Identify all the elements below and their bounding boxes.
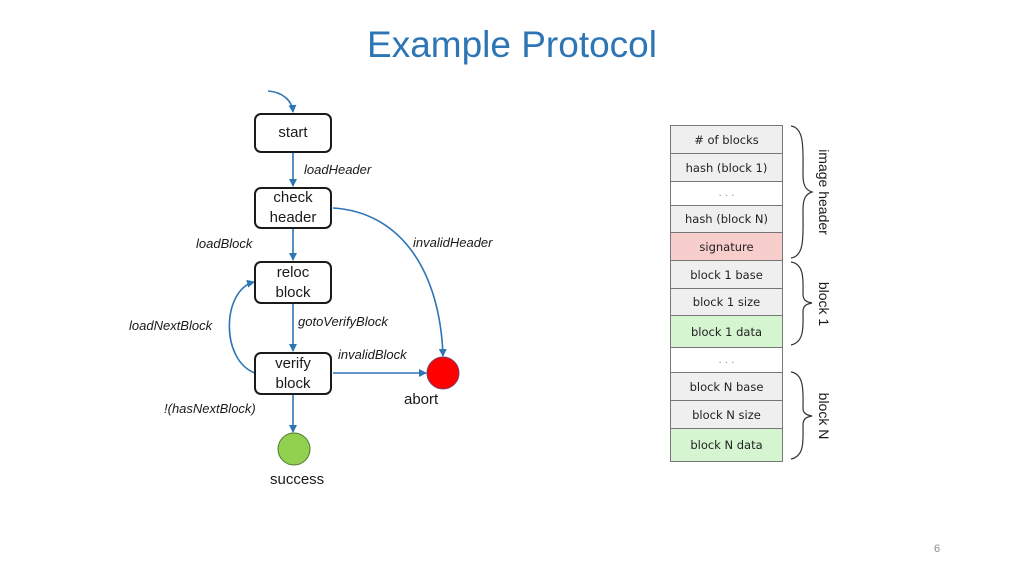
edge-invalid-header	[332, 207, 447, 357]
label-load-next-block: loadNextBlock	[129, 318, 213, 333]
state-verify-block: verify block	[254, 352, 332, 395]
label-load-block: loadBlock	[196, 236, 253, 251]
label-no-next-block: !(hasNextBlock)	[164, 401, 256, 416]
edge-load-next-block	[228, 279, 256, 374]
layout-row-field: block N size	[671, 401, 782, 429]
layout-row-signature: signature	[671, 233, 782, 261]
layout-row-field: block 1 size	[671, 289, 782, 316]
state-check-header-label: check header	[269, 189, 317, 226]
group-label-block-n: block N	[816, 392, 832, 440]
layout-row-field: block 1 base	[671, 261, 782, 289]
state-reloc-block: reloc block	[254, 261, 332, 304]
image-layout-table: # of blocks hash (block 1). . . hash (bloc…	[670, 125, 783, 462]
state-verify-block-label: verify block	[275, 354, 311, 392]
label-goto-verify-block: gotoVerifyBlock	[298, 314, 388, 329]
bracket-block-n	[790, 371, 813, 460]
layout-row-data: block 1 data	[671, 316, 782, 348]
page-number: 6	[934, 543, 941, 555]
label-load-header: loadHeader	[304, 162, 372, 177]
layout-row-ellipsis: . . .	[671, 182, 782, 206]
edge-entry	[267, 90, 297, 113]
success-label: success	[270, 471, 325, 488]
state-machine-edges	[228, 90, 814, 466]
bracket-image-header	[790, 125, 814, 259]
state-reloc-block-label: reloc block	[275, 263, 311, 301]
layout-row-ellipsis: . . .	[671, 348, 782, 373]
bracket-block-1	[790, 261, 813, 346]
success-terminal	[277, 432, 311, 466]
state-check-header: check header	[254, 187, 332, 229]
group-label-block-1: block 1	[816, 281, 832, 327]
abort-terminal	[426, 356, 460, 390]
abort-label: abort	[404, 391, 439, 408]
layout-row-data: block N data	[671, 429, 782, 461]
layout-row-field: hash (block N)	[671, 206, 782, 233]
state-start-label: start	[278, 124, 308, 141]
group-label-image-header: image header	[816, 149, 832, 235]
layout-row-field: block N base	[671, 373, 782, 401]
label-invalid-block: invalidBlock	[338, 347, 407, 362]
state-start: start	[254, 113, 332, 153]
label-invalid-header: invalidHeader	[413, 235, 493, 250]
layout-row-field: # of blocks	[671, 126, 782, 154]
layout-row-field: hash (block 1)	[671, 154, 782, 182]
